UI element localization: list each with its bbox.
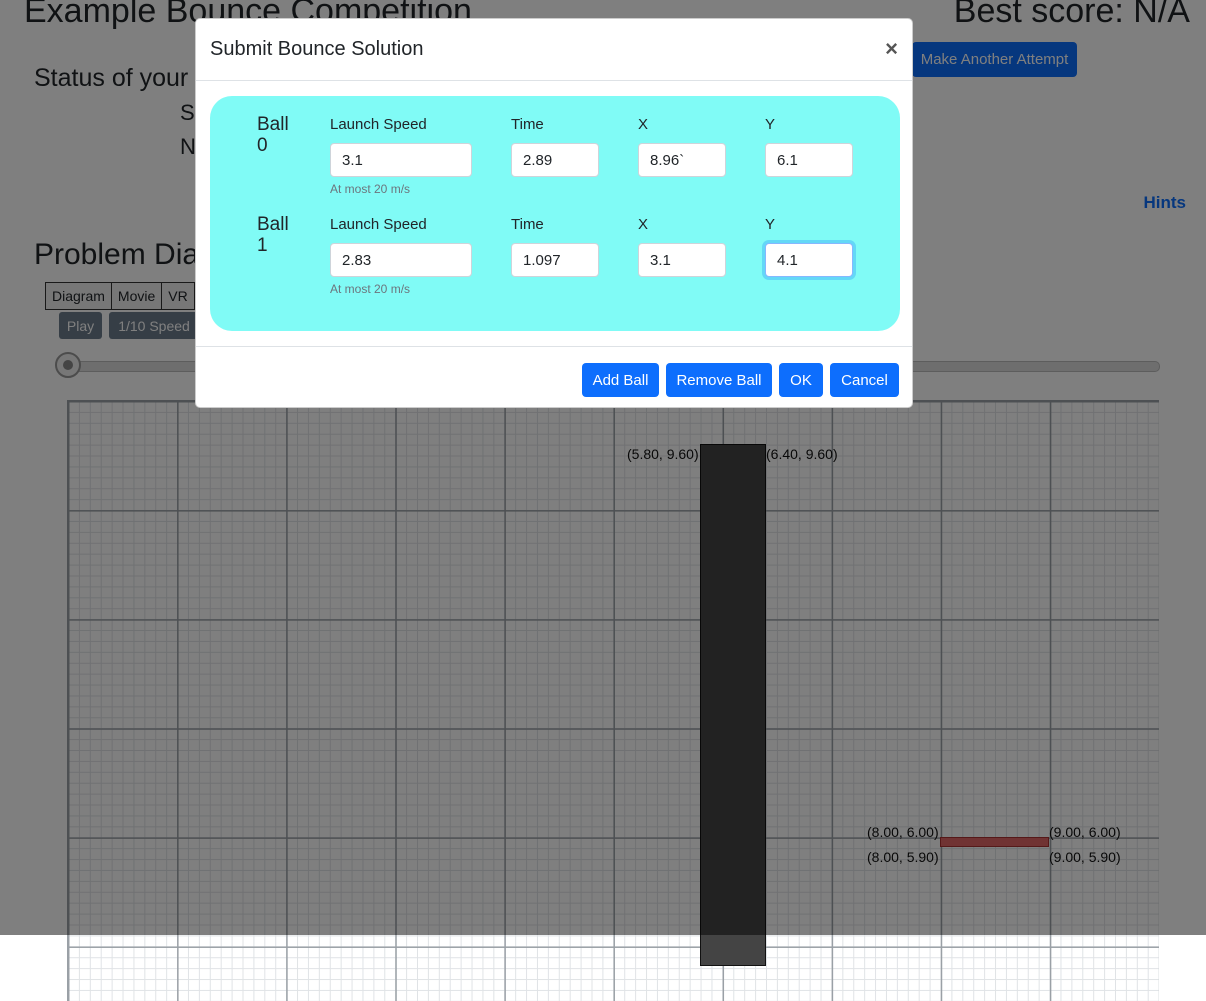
dialog-header: Submit Bounce Solution × xyxy=(196,19,912,81)
ball-1-speed-help: At most 20 m/s xyxy=(330,282,411,296)
ball-word: Ball xyxy=(257,114,289,135)
remove-ball-button[interactable]: Remove Ball xyxy=(666,363,772,397)
add-ball-button[interactable]: Add Ball xyxy=(582,363,659,397)
ball-1-speed-input[interactable] xyxy=(330,243,472,277)
ball-0-time-input[interactable] xyxy=(511,143,599,177)
launch-speed-label: Launch Speed xyxy=(330,216,427,233)
close-icon[interactable]: × xyxy=(885,36,898,62)
y-label: Y xyxy=(765,216,776,233)
ball-1-time-input[interactable] xyxy=(511,243,599,277)
x-label: X xyxy=(638,116,649,133)
ball-0-speed-input[interactable] xyxy=(330,143,472,177)
ok-button[interactable]: OK xyxy=(779,363,823,397)
launch-speed-label: Launch Speed xyxy=(330,116,427,133)
cancel-button[interactable]: Cancel xyxy=(830,363,899,397)
submit-solution-dialog: Submit Bounce Solution × Ball 0 Launch S… xyxy=(195,18,913,408)
ball-0-label: Ball 0 xyxy=(257,114,289,156)
balls-panel: Ball 0 Launch Speed Time X Y At most 20 … xyxy=(210,96,900,331)
dialog-title: Submit Bounce Solution xyxy=(210,38,424,60)
dialog-footer: Add Ball Remove Ball OK Cancel xyxy=(196,346,912,409)
time-label: Time xyxy=(511,116,544,133)
ball-1-x-input[interactable] xyxy=(638,243,726,277)
time-label: Time xyxy=(511,216,544,233)
ball-index: 1 xyxy=(257,235,268,256)
x-label: X xyxy=(638,216,649,233)
ball-0-speed-help: At most 20 m/s xyxy=(330,182,411,196)
ball-1-label: Ball 1 xyxy=(257,214,289,256)
y-label: Y xyxy=(765,116,776,133)
ball-0-x-input[interactable] xyxy=(638,143,726,177)
ball-1-y-input[interactable] xyxy=(765,243,853,277)
ball-word: Ball xyxy=(257,214,289,235)
ball-0-y-input[interactable] xyxy=(765,143,853,177)
ball-index: 0 xyxy=(257,135,268,156)
